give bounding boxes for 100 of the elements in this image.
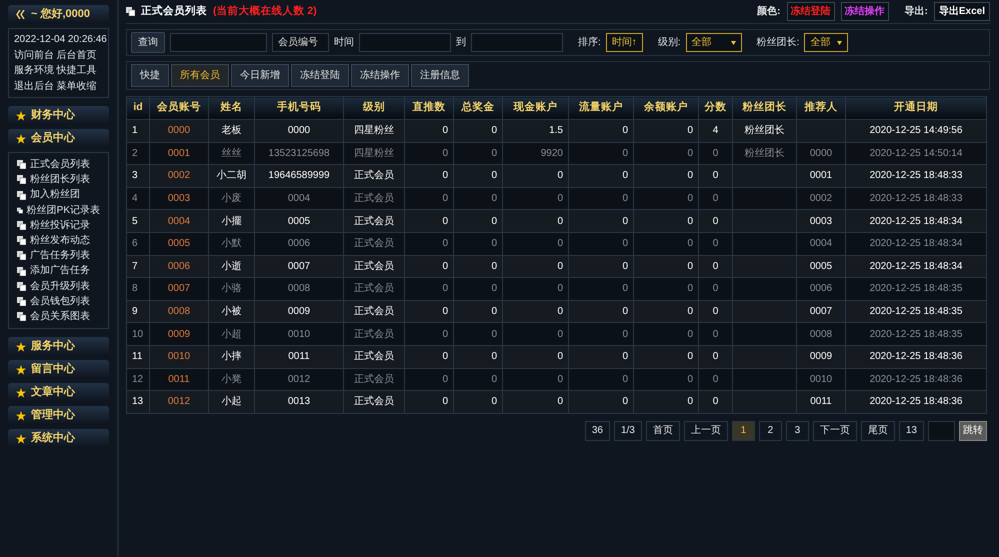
jump-button[interactable]: 跳转 — [959, 420, 987, 441]
table-cell: 0 — [502, 390, 568, 414]
page-button[interactable]: 1 — [732, 420, 755, 441]
sidebar-link[interactable]: 快捷工具 — [56, 63, 96, 78]
filter-tab[interactable]: 所有会员 — [171, 64, 229, 87]
table-cell: 0002 — [796, 187, 846, 210]
star-icon — [16, 364, 26, 375]
table-cell: 小骆 — [208, 278, 254, 300]
sidebar-link[interactable]: 服务环境 — [14, 63, 54, 78]
star-icon — [16, 110, 26, 120]
page-button[interactable]: 尾页 — [860, 420, 895, 441]
table-cell: 正式会员 — [344, 210, 404, 232]
table-cell: 小超 — [208, 322, 254, 346]
table-cell: 0 — [454, 142, 502, 165]
menu-item[interactable]: 粉丝发布动态 — [17, 233, 100, 248]
table-cell: 粉丝团长 — [732, 142, 796, 165]
filter-tab[interactable]: 注册信息 — [411, 64, 469, 87]
table-cell: 0 — [502, 255, 568, 278]
document-icon — [17, 190, 26, 200]
table-cell: 0004 — [796, 232, 846, 256]
document-icon — [17, 160, 26, 170]
sidebar-link[interactable]: 退出后台 — [14, 78, 54, 94]
page-button[interactable]: 2 — [758, 420, 782, 441]
menu-item[interactable]: 粉丝团长列表 — [17, 172, 100, 188]
export-label: 导出: — [904, 4, 928, 19]
table-cell: 0 — [404, 300, 454, 323]
menu-item[interactable]: 添加广告任务 — [17, 263, 100, 279]
filter-tab[interactable]: 冻结操作 — [351, 64, 409, 87]
column-header: 直推数 — [404, 96, 454, 120]
table-cell: 0 — [634, 255, 698, 278]
page-button[interactable]: 3 — [786, 420, 809, 441]
table-cell: 3 — [126, 164, 150, 188]
table-cell: 正式会员 — [344, 164, 404, 188]
collapse-icon[interactable] — [16, 10, 26, 19]
table-cell: 0 — [454, 300, 502, 323]
table-cell: 0 — [634, 368, 698, 391]
menu-item[interactable]: 会员关系图表 — [17, 309, 100, 324]
menu-item[interactable]: 加入粉丝团 — [17, 187, 100, 203]
table-cell: 5 — [126, 210, 150, 232]
table-cell: 0 — [502, 345, 568, 368]
sidebar-link[interactable]: 后台首页 — [56, 48, 96, 63]
page-button[interactable]: 首页 — [646, 420, 680, 441]
end-date-field[interactable] — [471, 33, 563, 52]
table-cell: 0 — [634, 187, 698, 210]
filter-tab[interactable]: 今日新增 — [231, 64, 289, 87]
menu-item[interactable]: 粉丝投诉记录 — [17, 218, 100, 234]
table-cell: 0 — [634, 322, 698, 346]
column-header: 级别 — [344, 96, 404, 120]
sidebar-link[interactable]: 访问前台 — [14, 48, 54, 63]
document-icon — [126, 7, 135, 16]
page-title: 正式会员列表 — [141, 4, 207, 19]
table-cell: 2020-12-25 14:50:14 — [846, 142, 986, 165]
table-cell: 0 — [502, 300, 568, 323]
table-cell: 0011 — [254, 345, 344, 368]
table-cell: 0 — [634, 232, 698, 256]
section-header[interactable]: 财务中心 — [8, 106, 109, 125]
query-button[interactable]: 查询 — [131, 32, 165, 53]
start-date-field[interactable] — [359, 33, 451, 52]
table-cell: 0000 — [254, 120, 344, 142]
table-cell: 0 — [502, 278, 568, 300]
leader-select[interactable]: 全部 — [804, 33, 848, 52]
table-cell: 4 — [126, 187, 150, 210]
table-cell: 2020-12-25 18:48:36 — [846, 390, 986, 414]
sidebar-link[interactable]: 菜单收缩 — [56, 78, 96, 94]
menu-item[interactable]: 正式会员列表 — [17, 157, 100, 172]
table-cell: 0 — [698, 142, 732, 165]
menu-item[interactable]: 粉丝团PK记录表 — [17, 202, 100, 218]
field-select[interactable]: 会员编号 — [272, 33, 329, 52]
menu-item[interactable]: 会员钱包列表 — [17, 294, 100, 310]
column-header: 分数 — [698, 96, 732, 120]
table-cell: 0 — [568, 368, 634, 391]
table-cell: 0006 — [796, 278, 846, 300]
table-cell: 2020-12-25 18:48:35 — [846, 278, 986, 300]
export-button[interactable]: 导出Excel — [934, 2, 990, 21]
table-cell: 四星粉丝 — [344, 142, 404, 165]
document-icon — [17, 312, 26, 322]
sort-button[interactable]: 时间↑ — [606, 33, 643, 52]
table-cell: 0004 — [254, 187, 344, 210]
filter-tab[interactable]: 快捷 — [131, 64, 169, 87]
table-cell: 0 — [454, 232, 502, 256]
table-cell: 0 — [568, 120, 634, 142]
table-cell: 2020-12-25 18:48:35 — [846, 322, 986, 346]
page-button[interactable]: 下一页 — [812, 420, 857, 441]
page-button[interactable]: 上一页 — [684, 420, 728, 441]
table-cell: 0 — [502, 164, 568, 188]
section-header[interactable]: 会员中心 — [8, 129, 109, 148]
table-cell: 19646589999 — [254, 164, 344, 188]
search-field[interactable] — [170, 33, 267, 52]
filter-tab[interactable]: 冻结登陆 — [291, 64, 349, 87]
table-cell: 1 — [126, 120, 150, 142]
table-cell: 0 — [502, 322, 568, 346]
table-cell: 正式会员 — [344, 187, 404, 210]
document-icon — [17, 266, 26, 276]
star-icon — [16, 434, 26, 444]
menu-item[interactable]: 会员升级列表 — [17, 278, 100, 294]
table-cell: 0 — [634, 300, 698, 323]
menu-item[interactable]: 广告任务列表 — [17, 248, 100, 264]
level-select[interactable]: 全部 — [686, 33, 742, 52]
page-field[interactable] — [928, 420, 955, 441]
table-cell: 0 — [698, 278, 732, 300]
